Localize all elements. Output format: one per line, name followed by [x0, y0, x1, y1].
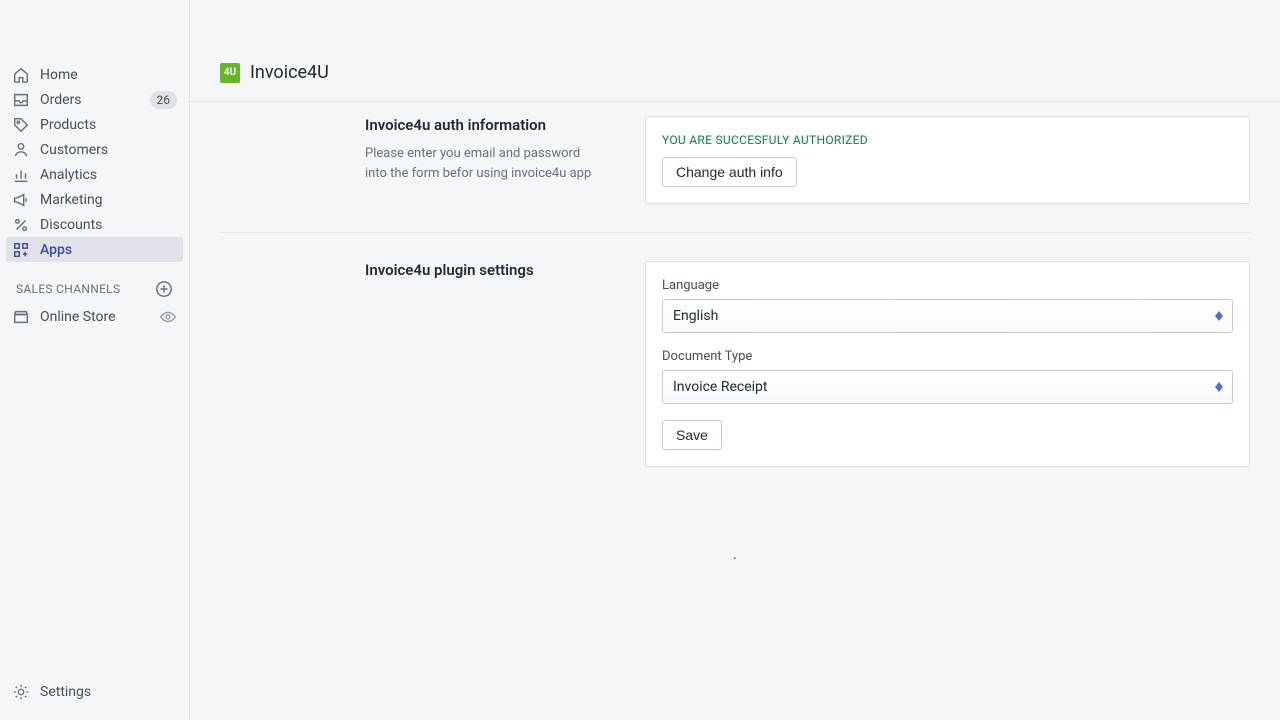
chevron-updown-icon: [1215, 382, 1223, 392]
sales-channels-header: SALES CHANNELS: [6, 262, 183, 304]
doctype-label: Document Type: [662, 349, 1233, 364]
primary-nav: Home Orders 26 Products Customers: [0, 62, 189, 679]
nav-settings-label: Settings: [40, 684, 177, 700]
nav-apps[interactable]: Apps: [6, 237, 183, 262]
chevron-updown-icon: [1215, 311, 1223, 321]
dot-mark: .: [220, 547, 1250, 563]
home-icon: [12, 66, 30, 84]
main-content: 4U Invoice4U Invoice4u auth information …: [190, 0, 1280, 720]
nav-orders[interactable]: Orders 26: [6, 87, 183, 112]
auth-status-text: YOU ARE SUCCESFULY AUTHORIZED: [662, 133, 1233, 147]
nav-orders-label: Orders: [40, 92, 140, 108]
sales-channels-label: SALES CHANNELS: [16, 282, 120, 296]
settings-card: Language English Document Type: [645, 261, 1250, 467]
tag-icon: [12, 116, 30, 134]
auth-section-title: Invoice4u auth information: [365, 116, 605, 134]
doctype-select[interactable]: Invoice Receipt: [662, 370, 1233, 404]
nav-settings[interactable]: Settings: [6, 679, 183, 704]
store-icon: [12, 308, 30, 326]
auth-section-description: Please enter you email and password into…: [365, 144, 605, 183]
language-label: Language: [662, 278, 1233, 293]
megaphone-icon: [12, 191, 30, 209]
apps-icon: [12, 241, 30, 259]
auth-card: YOU ARE SUCCESFULY AUTHORIZED Change aut…: [645, 116, 1250, 204]
page-title: Invoice4U: [250, 62, 329, 83]
nav-online-store[interactable]: Online Store: [6, 304, 183, 329]
percent-icon: [12, 216, 30, 234]
nav-products-label: Products: [40, 117, 177, 133]
language-select[interactable]: English: [662, 299, 1233, 333]
sidebar: Home Orders 26 Products Customers: [0, 0, 190, 720]
settings-section-title: Invoice4u plugin settings: [365, 261, 605, 279]
chart-icon: [12, 166, 30, 184]
nav-discounts-label: Discounts: [40, 217, 177, 233]
nav-home[interactable]: Home: [6, 62, 183, 87]
page-header: 4U Invoice4U: [190, 0, 1280, 101]
change-auth-button[interactable]: Change auth info: [662, 157, 797, 187]
inbox-icon: [12, 91, 30, 109]
app-logo-icon: 4U: [220, 63, 240, 83]
nav-online-store-label: Online Store: [40, 309, 149, 325]
nav-analytics-label: Analytics: [40, 167, 177, 183]
nav-discounts[interactable]: Discounts: [6, 212, 183, 237]
nav-products[interactable]: Products: [6, 112, 183, 137]
nav-apps-label: Apps: [40, 242, 177, 258]
nav-customers[interactable]: Customers: [6, 137, 183, 162]
nav-analytics[interactable]: Analytics: [6, 162, 183, 187]
nav-customers-label: Customers: [40, 142, 177, 158]
doctype-select-value: Invoice Receipt: [673, 379, 767, 395]
auth-section: Invoice4u auth information Please enter …: [220, 116, 1250, 228]
add-channel-icon[interactable]: [155, 280, 173, 298]
nav-marketing-label: Marketing: [40, 192, 177, 208]
orders-badge: 26: [150, 91, 178, 109]
nav-home-label: Home: [40, 67, 177, 83]
save-button[interactable]: Save: [662, 420, 722, 450]
gear-icon: [12, 683, 30, 701]
language-select-value: English: [673, 308, 718, 324]
settings-section: Invoice4u plugin settings Language Engli…: [220, 232, 1250, 491]
nav-marketing[interactable]: Marketing: [6, 187, 183, 212]
person-icon: [12, 141, 30, 159]
view-store-icon[interactable]: [159, 308, 177, 326]
